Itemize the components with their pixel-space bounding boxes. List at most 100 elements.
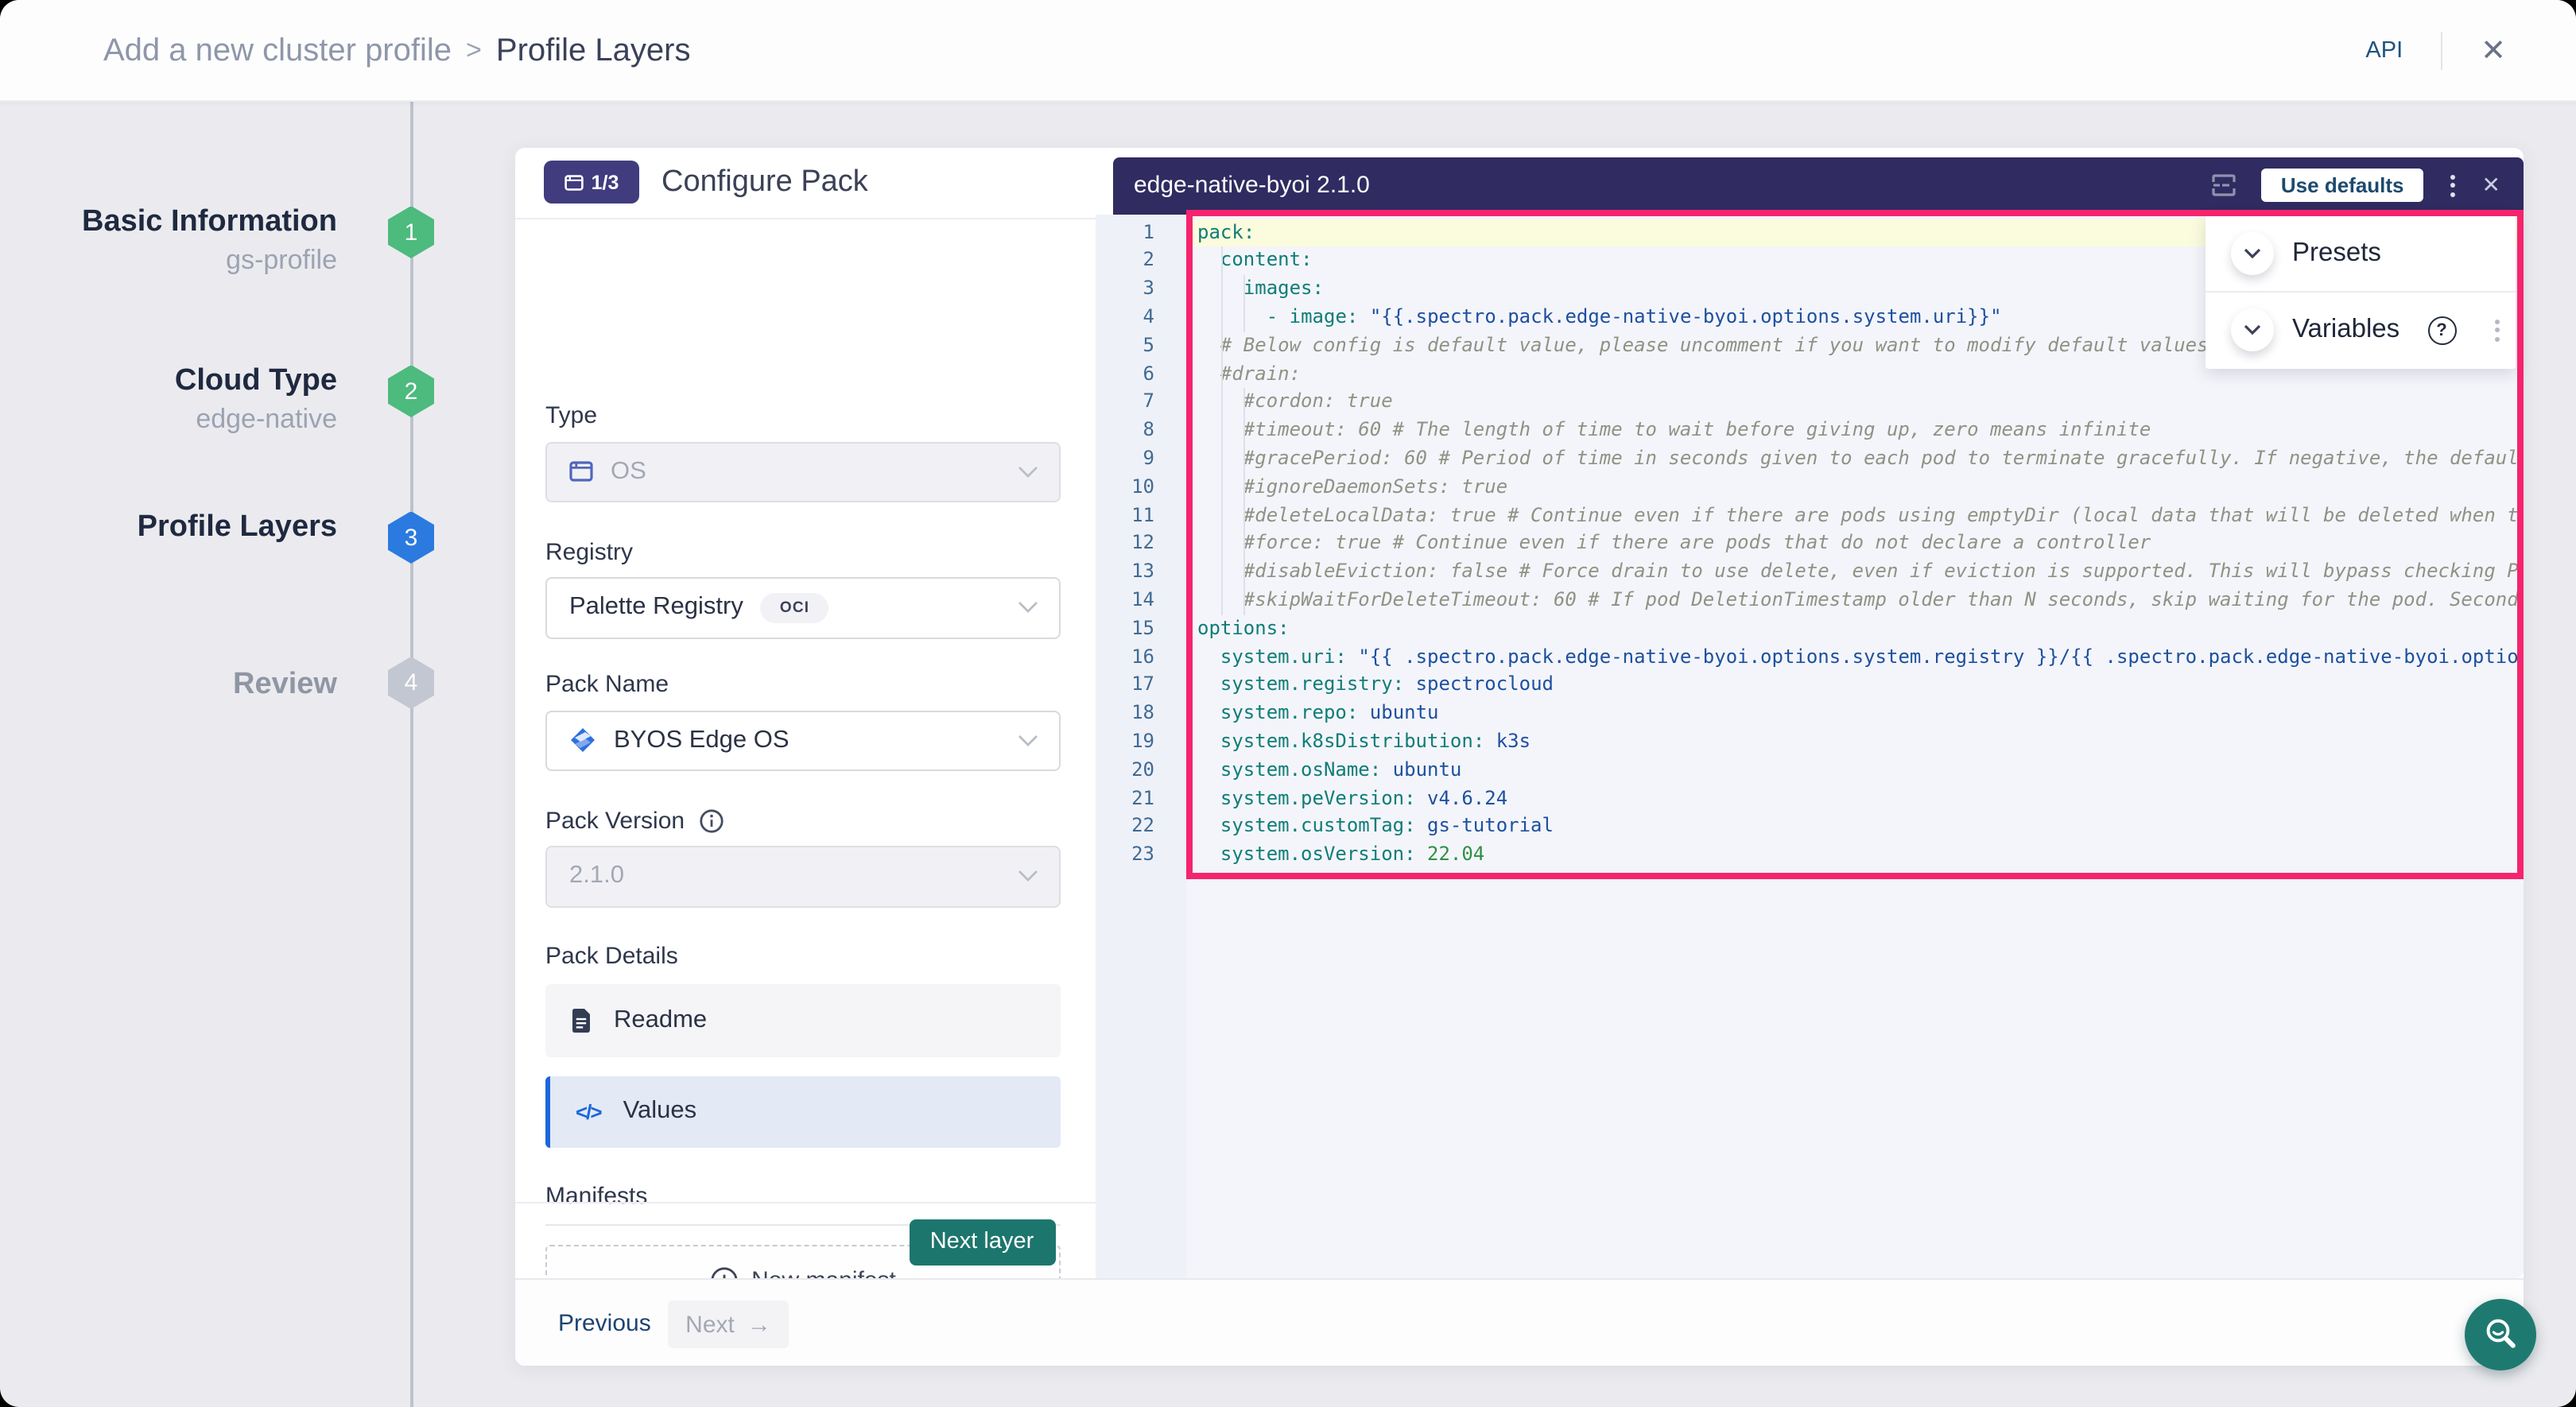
help-search-fab[interactable] [2465, 1298, 2536, 1370]
breadcrumb-wizard-title[interactable]: Add a new cluster profile [103, 33, 452, 69]
code-line[interactable]: 9#gracePeriod: 60 # Period of time in se… [1096, 445, 2523, 474]
step-number: 4 [405, 669, 418, 696]
wizard-footer: Previous Next → [515, 1277, 2523, 1366]
code-line[interactable]: 14#skipWaitForDeleteTimeout: 60 # If pod… [1096, 587, 2523, 615]
line-number: 19 [1096, 728, 1186, 757]
top-bar: Add a new cluster profile > Profile Laye… [0, 0, 2576, 102]
merge-view-icon[interactable] [2211, 174, 2238, 198]
configure-pack-title: Configure Pack [661, 161, 868, 203]
yaml-editor: 1pack:2content:3images:4- image: "{{.spe… [1096, 214, 2523, 1277]
close-wizard-icon[interactable]: ✕ [2481, 36, 2506, 66]
step-number: 2 [405, 378, 418, 405]
variables-label[interactable]: Variables [2292, 315, 2399, 345]
use-defaults-button[interactable]: Use defaults [2262, 169, 2423, 203]
line-number: 12 [1096, 530, 1186, 559]
pack-details-label: Pack Details [545, 942, 678, 969]
step-hexagon-3[interactable]: 3 [388, 511, 434, 564]
breadcrumb-current-step: Profile Layers [496, 33, 691, 69]
next-button[interactable]: Next → [668, 1300, 789, 1348]
previous-button[interactable]: Previous [558, 1279, 651, 1367]
variables-expand-icon[interactable] [2230, 308, 2273, 351]
code-line[interactable]: 13#disableEviction: false # Force drain … [1096, 558, 2523, 587]
code-brackets-icon: </> [576, 1100, 601, 1124]
step-hexagon-1[interactable]: 1 [388, 206, 434, 258]
readme-label: Readme [614, 1006, 707, 1035]
magnifier-icon [2481, 1315, 2520, 1353]
step-sublabel: gs-profile [0, 245, 337, 277]
editor-header: edge-native-byoi 2.1.0 Use defaults ✕ [1113, 157, 2523, 214]
type-select[interactable]: OS [545, 441, 1061, 502]
chevron-down-icon [1018, 870, 1038, 883]
type-label: Type [545, 402, 597, 429]
code-line[interactable]: 7#cordon: true [1096, 389, 2523, 417]
values-tab[interactable]: </> Values [545, 1076, 1061, 1148]
pack-step-badge: 1/3 [544, 161, 639, 203]
step-hexagon-2[interactable]: 2 [388, 365, 434, 417]
code-line[interactable]: 12#force: true # Continue even if there … [1096, 530, 2523, 559]
code-line[interactable]: 22system.customTag: gs-tutorial [1096, 813, 2523, 842]
profile-layers-panel: 1/3 Configure Pack Type OS Registry Pale… [515, 148, 2523, 1366]
api-link[interactable]: API [2365, 38, 2403, 64]
indent-guide [1220, 247, 1222, 615]
variables-row: Variables ? [2205, 291, 2515, 367]
line-number: 20 [1096, 756, 1186, 785]
stepper-item-profile-layers: Profile Layers [0, 510, 337, 545]
presets-label[interactable]: Presets [2292, 238, 2381, 268]
line-number: 11 [1096, 502, 1186, 530]
pack-name-value: BYOS Edge OS [614, 727, 789, 755]
line-number: 18 [1096, 700, 1186, 728]
type-value: OS [611, 458, 646, 486]
next-layer-button[interactable]: Next layer [909, 1219, 1055, 1265]
readme-tab[interactable]: Readme [545, 984, 1061, 1056]
registry-value: Palette Registry [569, 594, 743, 622]
step-number: 3 [405, 524, 418, 551]
presets-row: Presets [2205, 215, 2515, 291]
code-line[interactable]: 20system.osName: ubuntu [1096, 756, 2523, 785]
presets-expand-icon[interactable] [2230, 231, 2273, 274]
stepper-item-cloud-type: Cloud Type edge-native [0, 364, 337, 436]
editor-kebab-menu-icon[interactable] [2447, 172, 2458, 200]
code-line[interactable]: 18system.repo: ubuntu [1096, 700, 2523, 728]
arrow-right-icon: → [747, 1311, 771, 1338]
code-line[interactable]: 23system.osVersion: 22.04 [1096, 841, 2523, 870]
line-number: 5 [1096, 332, 1186, 361]
code-line[interactable]: 19system.k8sDistribution: k3s [1096, 728, 2523, 757]
line-number: 2 [1096, 247, 1186, 276]
manifests-label: Manifests [545, 1182, 647, 1209]
registry-select[interactable]: Palette Registry OCI [545, 577, 1061, 638]
indent-guide [1243, 389, 1245, 615]
code-line[interactable]: 16system.uri: "{{ .spectro.pack.edge-nat… [1096, 643, 2523, 672]
code-line[interactable]: 11#deleteLocalData: true # Continue even… [1096, 502, 2523, 530]
next-label: Next [685, 1311, 735, 1338]
chevron-down-icon [1018, 602, 1038, 614]
values-label: Values [623, 1098, 697, 1126]
editor-close-icon[interactable]: ✕ [2482, 172, 2500, 200]
line-number: 17 [1096, 672, 1186, 700]
step-sublabel: edge-native [0, 404, 337, 436]
card-header-divider [515, 218, 1096, 219]
variables-help-icon[interactable]: ? [2427, 316, 2456, 344]
readme-document-icon [571, 1008, 592, 1033]
stepper-item-basic-information: Basic Information gs-profile [0, 205, 337, 277]
pack-name-select[interactable]: BYOS Edge OS [545, 710, 1061, 771]
variables-kebab-menu-icon[interactable] [2491, 316, 2502, 344]
pack-name-label: Pack Name [545, 671, 669, 698]
line-number: 13 [1096, 558, 1186, 587]
step-hexagon-4[interactable]: 4 [388, 657, 434, 709]
step-label: Cloud Type [0, 364, 337, 399]
code-line[interactable]: 10#ignoreDaemonSets: true [1096, 474, 2523, 502]
info-icon[interactable] [699, 809, 723, 833]
card-footer-divider [515, 1202, 1096, 1204]
breadcrumb-separator: > [466, 35, 482, 67]
pack-version-select[interactable]: 2.1.0 [545, 846, 1061, 907]
line-number: 3 [1096, 275, 1186, 304]
registry-label: Registry [545, 538, 633, 565]
code-line[interactable]: 8#timeout: 60 # The length of time to wa… [1096, 417, 2523, 445]
code-line[interactable]: 17system.registry: spectrocloud [1096, 672, 2523, 700]
line-number: 10 [1096, 474, 1186, 502]
topbar-divider [2441, 32, 2442, 70]
code-line[interactable]: 21system.peVersion: v4.6.24 [1096, 785, 2523, 813]
code-line[interactable]: 15options: [1096, 615, 2523, 644]
stepper-item-review: Review [0, 668, 337, 703]
line-number: 14 [1096, 587, 1186, 615]
